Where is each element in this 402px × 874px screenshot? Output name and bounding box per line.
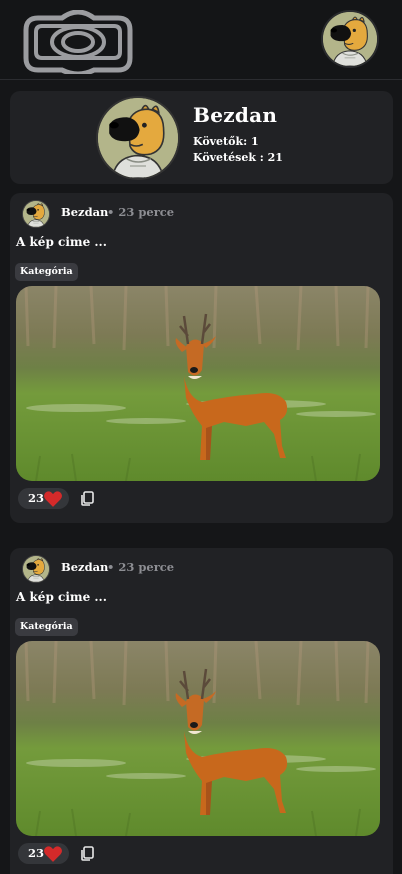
post-author-avatar[interactable] — [22, 200, 50, 228]
dog-avatar-icon — [23, 556, 49, 582]
post-author[interactable]: Bezdan — [61, 560, 108, 574]
dog-avatar-icon — [323, 12, 377, 66]
like-button[interactable]: 23 — [18, 843, 69, 864]
top-navigation-bar — [0, 0, 402, 80]
dog-avatar-icon — [23, 201, 49, 227]
post-image[interactable] — [16, 286, 380, 481]
roe-deer-photo — [16, 641, 380, 836]
user-avatar[interactable] — [321, 10, 379, 68]
post-title: A kép cime ... — [16, 235, 107, 249]
followers-count[interactable]: Követők: 1 — [193, 135, 259, 148]
copy-icon[interactable] — [80, 491, 94, 506]
roe-deer-photo — [16, 286, 380, 481]
profile-card: Bezdan Követők: 1 Követések : 21 — [10, 91, 393, 184]
heart-icon — [44, 491, 62, 507]
profile-name: Bezdan — [193, 103, 278, 127]
post-author-avatar[interactable] — [22, 555, 50, 583]
profile-avatar — [96, 96, 180, 180]
post-time: • 23 perce — [107, 205, 175, 219]
post-time: • 23 perce — [107, 560, 175, 574]
post-title: A kép cime ... — [16, 590, 107, 604]
post-author[interactable]: Bezdan — [61, 205, 108, 219]
heart-icon — [44, 846, 62, 862]
category-badge[interactable]: Kategória — [15, 263, 78, 281]
like-button[interactable]: 23 — [18, 488, 69, 509]
post-card: Bezdan • 23 perce A kép cime ... Kategór… — [10, 193, 393, 523]
camera-frame-logo-icon[interactable] — [22, 10, 134, 74]
post-card: Bezdan • 23 perce A kép cime ... Kategór… — [10, 548, 393, 874]
category-badge[interactable]: Kategória — [15, 618, 78, 636]
dog-avatar-icon — [98, 98, 178, 178]
like-count: 23 — [28, 491, 45, 505]
post-image[interactable] — [16, 641, 380, 836]
following-count[interactable]: Követések : 21 — [193, 151, 283, 164]
copy-icon[interactable] — [80, 846, 94, 861]
like-count: 23 — [28, 846, 45, 860]
